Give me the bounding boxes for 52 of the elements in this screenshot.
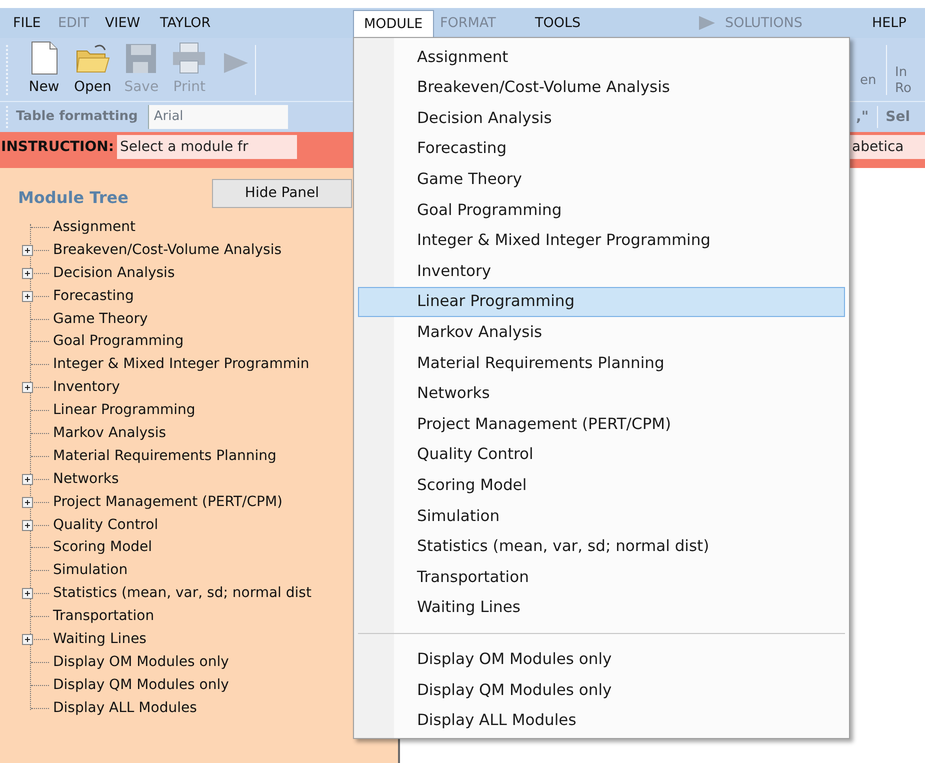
menu-item[interactable]: Display ALL Modules (358, 705, 845, 736)
expand-icon[interactable] (22, 634, 33, 645)
expand-icon[interactable] (22, 382, 33, 394)
menu-item[interactable]: Goal Programming (358, 194, 845, 226)
menu-item[interactable]: Assignment (358, 42, 845, 73)
menu-item[interactable]: Project Management (PERT/CPM) (358, 409, 845, 440)
expand-icon[interactable] (22, 588, 33, 600)
menu-item[interactable]: Markov Analysis (358, 317, 845, 348)
toolbar-button[interactable]: New (20, 41, 68, 98)
expand-icon[interactable] (22, 496, 33, 508)
menu-item[interactable]: Inventory (358, 256, 845, 287)
menu-item[interactable]: Material Requirements Planning (358, 348, 845, 379)
toolbar-button[interactable]: Open (68, 41, 118, 98)
play-icon (697, 15, 717, 31)
panel-title: Module Tree (18, 187, 128, 209)
menu-item[interactable]: Quality Control (358, 440, 845, 470)
toolbar-label: Ro (895, 80, 912, 96)
instruction-label: INSTRUCTION: (0, 138, 115, 157)
menu-item[interactable]: Decision Analysis (358, 103, 845, 134)
printer-icon (171, 41, 208, 75)
menu-item[interactable]: TOOLS (535, 8, 581, 38)
menu-item[interactable]: VIEW (105, 8, 140, 38)
menu-item[interactable]: Integer & Mixed Integer Programming (358, 226, 845, 256)
menu-item[interactable]: Statistics (mean, var, sd; normal dist) (358, 532, 845, 562)
expand-icon[interactable] (22, 268, 33, 279)
toolbar-label: Table formatting (16, 108, 138, 126)
menu-item[interactable]: Display QM Modules only (358, 674, 845, 706)
menu-item[interactable]: MODULE (353, 10, 434, 38)
menu-item[interactable]: Forecasting (358, 134, 845, 164)
toolbar-label: en (860, 72, 876, 88)
menu-item[interactable]: Display OM Modules only (358, 644, 845, 675)
menu-item[interactable]: TAYLOR (160, 8, 211, 38)
expand-icon[interactable] (22, 474, 33, 485)
menu-item[interactable]: Breakeven/Cost-Volume Analysis (358, 72, 845, 104)
hide-panel-button[interactable]: Hide Panel (212, 178, 352, 208)
menu-item[interactable]: Scoring Model (358, 470, 845, 501)
instruction-text: abetica (850, 135, 925, 159)
menu-item[interactable]: FILE (13, 8, 41, 38)
instruction-text: Select a module fr (116, 135, 297, 159)
menu-item[interactable]: Game Theory (358, 164, 845, 195)
menu-item[interactable]: Waiting Lines (358, 592, 845, 624)
menu-item[interactable]: Simulation (358, 500, 845, 532)
expand-icon[interactable] (22, 520, 33, 531)
menu-item[interactable]: Networks (358, 378, 845, 410)
font-field[interactable]: Arial (148, 105, 288, 129)
menu-item[interactable]: Transportation (358, 562, 845, 593)
toolbar-label: Sel (886, 108, 910, 126)
expand-icon[interactable] (22, 244, 33, 256)
menu-item[interactable]: Linear Programming (358, 286, 845, 318)
toolbar-label: In (895, 64, 908, 80)
menu-item[interactable]: HELP (872, 8, 906, 38)
expand-icon[interactable] (22, 290, 33, 302)
